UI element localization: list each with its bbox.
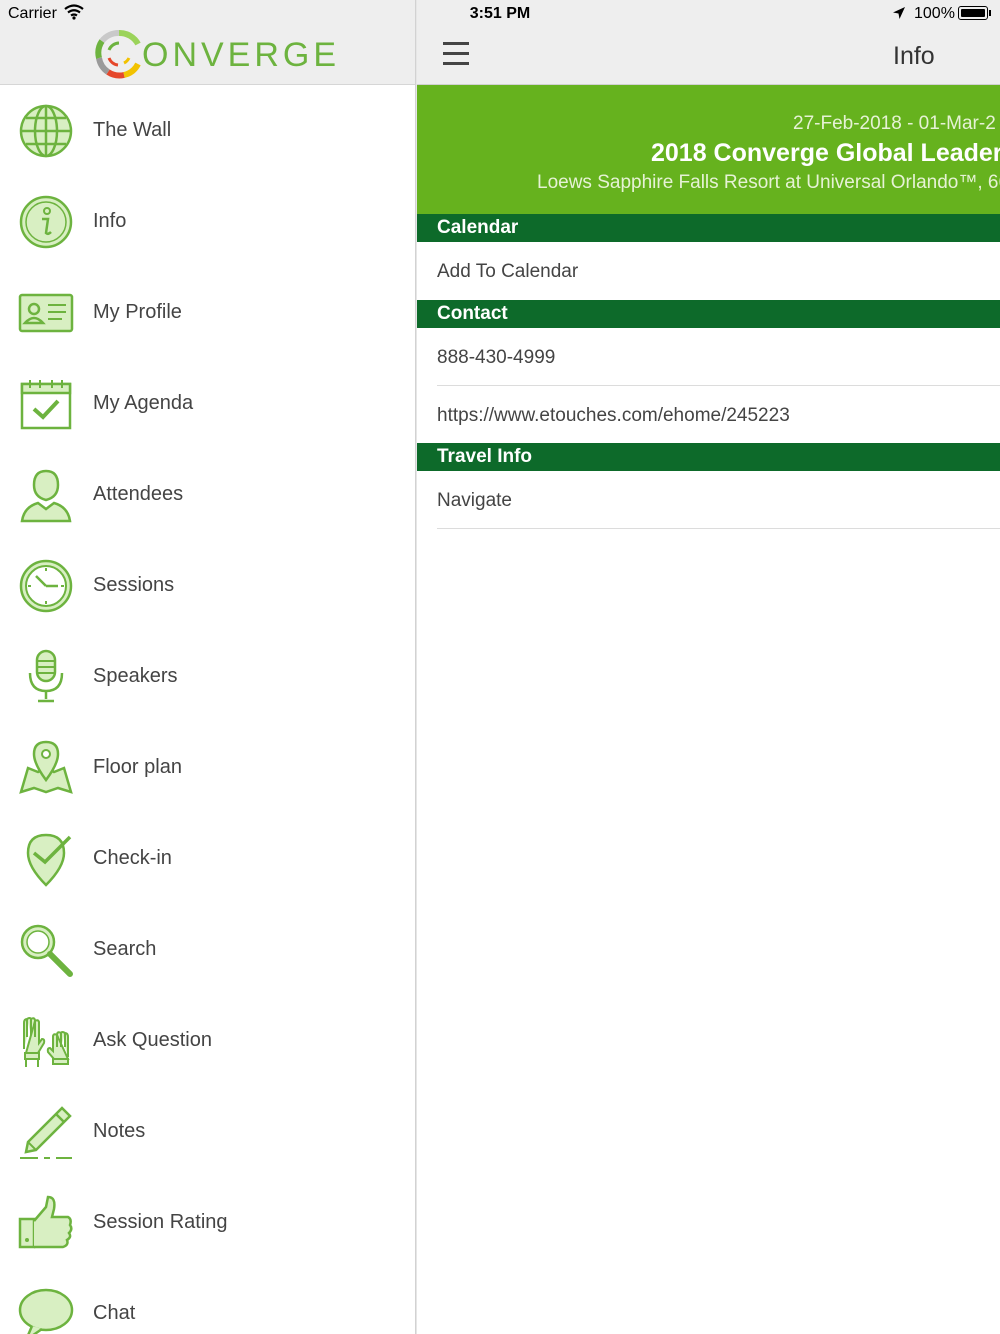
row-divider xyxy=(437,528,1000,529)
section-title: Calendar xyxy=(437,217,519,238)
sidebar-item-sessions[interactable]: Sessions xyxy=(0,540,415,631)
sidebar-item-chat[interactable]: Chat xyxy=(0,1268,415,1334)
event-banner: 27-Feb-2018 - 01-Mar-2 2018 Converge Glo… xyxy=(417,85,1000,214)
search-icon xyxy=(20,924,73,977)
calendar-check-icon xyxy=(20,380,72,430)
sidebar-item-check-in[interactable]: Check-in xyxy=(0,813,415,904)
globe-icon xyxy=(19,104,73,158)
sidebar-item-ask-question[interactable]: Ask Question xyxy=(0,995,415,1086)
navigate-link[interactable]: Navigate xyxy=(437,490,512,512)
sidebar-item-info[interactable]: Info xyxy=(0,176,415,267)
add-to-calendar-row[interactable]: Add To Calendar xyxy=(417,242,1000,300)
section-header-contact: Contact xyxy=(417,300,1000,328)
event-name: 2018 Converge Global Leaders xyxy=(651,139,1000,167)
converge-logo-mark-icon xyxy=(95,30,141,79)
map-pin-icon xyxy=(19,740,73,794)
sidebar-item-notes[interactable]: Notes xyxy=(0,1086,415,1177)
battery-tip xyxy=(989,10,991,16)
sidebar-item-label: Notes xyxy=(93,1120,146,1142)
status-bar: Carrier 3:51 PM 100% xyxy=(0,0,1000,28)
sidebar-item-label: Chat xyxy=(93,1302,136,1324)
clock: 3:51 PM xyxy=(469,5,531,22)
sidebar-item-label: Search xyxy=(93,938,157,960)
main-panel: Info 27-Feb-2018 - 01-Mar-2 2018 Converg… xyxy=(417,0,1000,1334)
sidebar-item-search[interactable]: Search xyxy=(0,904,415,995)
website-link[interactable]: https://www.etouches.com/ehome/245223 xyxy=(437,405,790,427)
sidebar-menu: The Wall Info My Profile My Agenda Atten… xyxy=(0,85,415,1334)
sidebar-item-label: Ask Question xyxy=(93,1029,212,1051)
check-pin-icon xyxy=(26,833,72,887)
sidebar-item-the-wall[interactable]: The Wall xyxy=(0,85,415,176)
converge-logo: ONVERGE xyxy=(94,28,340,82)
sidebar-item-attendees[interactable]: Attendees xyxy=(0,449,415,540)
battery-percent: 100% xyxy=(914,5,955,22)
sidebar-item-label: Floor plan xyxy=(93,756,182,778)
section-title: Travel Info xyxy=(437,446,533,467)
menu-icon[interactable] xyxy=(443,42,469,66)
contact-phone-row[interactable]: 888-430-4999 xyxy=(417,328,1000,386)
logo-text: ONVERGE xyxy=(142,35,341,74)
phone-number-link[interactable]: 888-430-4999 xyxy=(437,347,555,369)
contact-url-row[interactable]: https://www.etouches.com/ehome/245223 xyxy=(417,386,1000,443)
section-header-travel-info: Travel Info xyxy=(417,443,1000,471)
thumbs-up-icon xyxy=(18,1195,73,1249)
sidebar: ONVERGE The Wall Info My Profile My Agen… xyxy=(0,0,415,1334)
person-icon xyxy=(20,469,72,523)
page-title: Info xyxy=(893,42,935,70)
section-header-calendar: Calendar xyxy=(417,214,1000,242)
pen-icon xyxy=(20,1106,72,1159)
event-venue: Loews Sapphire Falls Resort at Universal… xyxy=(537,172,1000,193)
chat-bubble-icon xyxy=(18,1288,74,1334)
sidebar-item-label: Check-in xyxy=(93,847,172,869)
raised-hands-icon xyxy=(23,1017,70,1067)
event-dates: 27-Feb-2018 - 01-Mar-2 xyxy=(793,113,996,134)
sidebar-item-label: Speakers xyxy=(93,665,178,687)
section-title: Contact xyxy=(437,303,508,324)
sidebar-item-floor-plan[interactable]: Floor plan xyxy=(0,722,415,813)
battery-icon xyxy=(958,6,988,20)
add-to-calendar-link[interactable]: Add To Calendar xyxy=(437,261,578,283)
microphone-icon xyxy=(28,649,64,703)
sidebar-item-label: My Agenda xyxy=(93,392,194,414)
sidebar-item-my-profile[interactable]: My Profile xyxy=(0,267,415,358)
sidebar-item-speakers[interactable]: Speakers xyxy=(0,631,415,722)
sidebar-item-label: Info xyxy=(93,210,127,232)
sidebar-item-label: Session Rating xyxy=(93,1211,228,1233)
sidebar-item-session-rating[interactable]: Session Rating xyxy=(0,1177,415,1268)
info-icon xyxy=(19,195,73,249)
sidebar-item-label: Attendees xyxy=(93,483,184,505)
sidebar-item-label: The Wall xyxy=(93,119,172,141)
location-arrow-icon xyxy=(893,7,905,19)
id-card-icon xyxy=(18,293,74,333)
sidebar-item-label: My Profile xyxy=(93,301,182,323)
sidebar-item-my-agenda[interactable]: My Agenda xyxy=(0,358,415,449)
clock-icon xyxy=(19,559,73,613)
sidebar-item-label: Sessions xyxy=(93,574,175,596)
navigate-row[interactable]: Navigate xyxy=(417,471,1000,529)
